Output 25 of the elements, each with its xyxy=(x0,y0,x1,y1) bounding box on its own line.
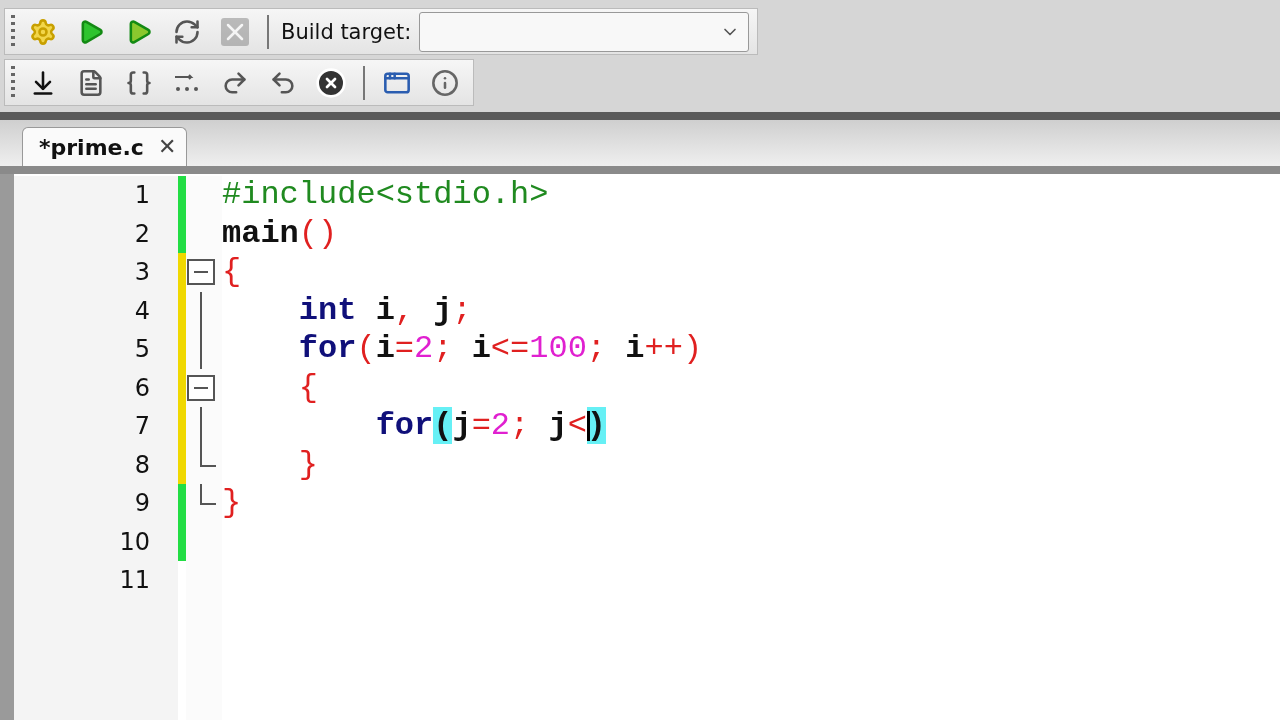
line-number: 9 xyxy=(133,488,151,519)
code-line: int i, j; xyxy=(297,291,473,330)
code-editor[interactable]: 1 2 3 4 5 6 7 8 9 10 11 #include<stdio.h> main() { int i, j; for(i=2; i<=100; i++) { for(j=2; j<) } } xyxy=(0,174,1280,720)
line-number: 3 xyxy=(133,257,151,288)
code-line: } xyxy=(297,445,319,484)
code-line: } xyxy=(222,484,243,523)
code-line: for(i=2; i<=100; i++) xyxy=(297,330,704,369)
line-number: 10 xyxy=(118,526,151,558)
line-number: 5 xyxy=(133,334,151,365)
build-target-label: Build target: xyxy=(281,19,412,44)
close-button[interactable]: ✕ xyxy=(157,134,176,160)
line-number: 1 xyxy=(133,180,151,211)
code-line: { xyxy=(297,368,319,407)
code-line: main() xyxy=(222,214,339,253)
line-number: 6 xyxy=(133,372,151,404)
line-number: 7 xyxy=(133,411,151,442)
line-number: 11 xyxy=(118,565,151,596)
line-number: 8 xyxy=(133,449,151,481)
line-number: 4 xyxy=(133,295,151,327)
code-line: for(j=2; j<) xyxy=(374,407,608,446)
code-line: { xyxy=(222,253,243,292)
tab-title: *prime.c xyxy=(39,134,144,160)
line-number: 2 xyxy=(133,218,151,250)
file-tab[interactable]: *prime.c ✕ xyxy=(22,127,187,166)
code-line: #include<stdio.h> xyxy=(222,176,550,215)
